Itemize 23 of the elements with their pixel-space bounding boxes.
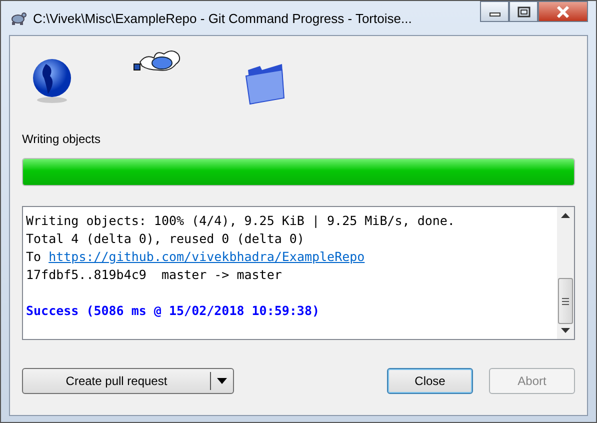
- log-line: Total 4 (delta 0), reused 0 (delta 0): [26, 230, 306, 248]
- scroll-thumb[interactable]: [558, 278, 573, 324]
- window-title: C:\Vivek\Misc\ExampleRepo - Git Command Progress - Tortoise...: [33, 10, 413, 26]
- log-line: 17fdbf5..819b4c9 master -> master: [26, 266, 283, 284]
- close-icon: [555, 4, 571, 18]
- caret-icon[interactable]: [217, 378, 227, 384]
- log-line: Writing objects: 100% (4/4), 9.25 KiB | 9.25 MiB/s, done.: [26, 212, 456, 230]
- maximize-icon: [516, 6, 530, 18]
- close-button[interactable]: [538, 1, 588, 22]
- turtle-icon: [9, 10, 27, 26]
- success-line: Success (5086 ms @ 15/02/2018 10:59:38): [26, 302, 320, 320]
- globe-icon: [32, 56, 72, 104]
- scrollbar[interactable]: [557, 207, 574, 339]
- log-line: To: [26, 249, 42, 264]
- repo-link[interactable]: https://github.com/vivekbhadra/ExampleRepo: [48, 249, 365, 264]
- scroll-up-icon[interactable]: [561, 213, 570, 218]
- status-text: Writing objects: [22, 132, 102, 146]
- maximize-button[interactable]: [509, 1, 538, 22]
- create-pull-request-button[interactable]: Create pull request: [22, 368, 234, 394]
- grip-icon: [562, 298, 569, 304]
- dialog-button[interactable]: Close: [387, 368, 473, 394]
- scroll-down-icon[interactable]: [561, 328, 570, 333]
- minimize-button[interactable]: [480, 1, 509, 22]
